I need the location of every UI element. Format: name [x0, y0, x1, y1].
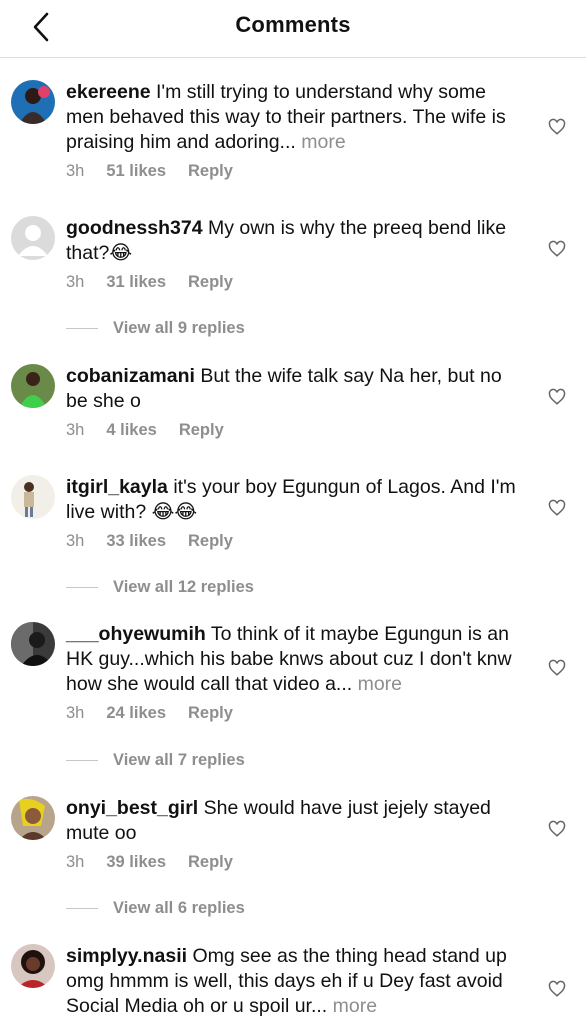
comment-username[interactable]: onyi_best_girl: [66, 797, 198, 819]
reply-button[interactable]: Reply: [188, 532, 233, 551]
avatar[interactable]: [11, 216, 55, 260]
heart-outline-icon[interactable]: [548, 499, 566, 517]
comment-likes[interactable]: 4 likes: [106, 421, 156, 440]
heart-outline-icon[interactable]: [548, 118, 566, 136]
avatar[interactable]: [11, 796, 55, 840]
view-replies-button[interactable]: View all 6 replies: [66, 898, 245, 918]
comment-likes[interactable]: 24 likes: [106, 704, 166, 723]
comment-meta: 3h 31 likes Reply: [66, 273, 526, 292]
comment-time: 3h: [66, 273, 85, 291]
comment-meta: 3h 24 likes Reply: [66, 704, 526, 723]
comment-meta: 3h 33 likes Reply: [66, 532, 526, 551]
comment-time: 3h: [66, 704, 85, 722]
heart-outline-icon[interactable]: [548, 240, 566, 258]
avatar[interactable]: [11, 622, 55, 666]
view-replies-label: View all 7 replies: [113, 750, 245, 769]
comment-text: ekereene I'm still trying to understand …: [66, 80, 526, 155]
view-replies-button[interactable]: View all 12 replies: [66, 577, 254, 597]
comment-likes[interactable]: 39 likes: [106, 853, 166, 872]
heart-outline-icon[interactable]: [548, 388, 566, 406]
comment-meta: 3h 39 likes Reply: [66, 853, 526, 872]
comment-username[interactable]: simplyy.nasii: [66, 945, 187, 967]
comment-time: 3h: [66, 853, 85, 871]
comment-text: goodnessh374 My own is why the preeq ben…: [66, 216, 526, 266]
view-replies-button[interactable]: View all 7 replies: [66, 750, 245, 770]
comment-text: simplyy.nasii Omg see as the thing head …: [66, 944, 526, 1019]
reply-button[interactable]: Reply: [188, 853, 233, 872]
divider: [66, 327, 98, 329]
divider: [66, 586, 98, 588]
more-link[interactable]: more: [333, 995, 377, 1017]
heart-outline-icon[interactable]: [548, 820, 566, 838]
comment-username[interactable]: itgirl_kayla: [66, 476, 168, 498]
page-title: Comments: [235, 12, 351, 37]
header-bar: Comments: [0, 0, 586, 58]
reply-button[interactable]: Reply: [188, 162, 233, 181]
view-replies-label: View all 6 replies: [113, 898, 245, 917]
more-link[interactable]: more: [358, 673, 402, 695]
comment-username[interactable]: goodnessh374: [66, 217, 203, 239]
reply-button[interactable]: Reply: [188, 273, 233, 292]
comment-meta: 3h 51 likes Reply: [66, 162, 526, 181]
comment-meta: 3h 4 likes Reply: [66, 421, 526, 440]
reply-button[interactable]: Reply: [179, 421, 224, 440]
comment-username[interactable]: ekereene: [66, 81, 151, 103]
more-link[interactable]: more: [301, 131, 345, 153]
comment-text: ___ohyewumih To think of it maybe Egungu…: [66, 622, 526, 697]
avatar[interactable]: [11, 944, 55, 988]
comment-time: 3h: [66, 532, 85, 550]
comment-username[interactable]: ___ohyewumih: [66, 623, 206, 645]
comment-likes[interactable]: 31 likes: [106, 273, 166, 292]
comment-text: itgirl_kayla it's your boy Egungun of La…: [66, 475, 526, 525]
comment-likes[interactable]: 33 likes: [106, 532, 166, 551]
comment-time: 3h: [66, 421, 85, 439]
view-replies-label: View all 9 replies: [113, 318, 245, 337]
avatar[interactable]: [11, 475, 55, 519]
view-replies-label: View all 12 replies: [113, 577, 254, 596]
heart-outline-icon[interactable]: [548, 659, 566, 677]
comment-text: cobanizamani But the wife talk say Na he…: [66, 364, 526, 414]
avatar[interactable]: [11, 80, 55, 124]
divider: [66, 759, 98, 761]
comment-time: 3h: [66, 162, 85, 180]
view-replies-button[interactable]: View all 9 replies: [66, 318, 245, 338]
comment-text: onyi_best_girl She would have just jejel…: [66, 796, 526, 846]
avatar[interactable]: [11, 364, 55, 408]
heart-outline-icon[interactable]: [548, 980, 566, 998]
comment-username[interactable]: cobanizamani: [66, 365, 195, 387]
divider: [66, 907, 98, 909]
reply-button[interactable]: Reply: [188, 704, 233, 723]
comment-likes[interactable]: 51 likes: [106, 162, 166, 181]
